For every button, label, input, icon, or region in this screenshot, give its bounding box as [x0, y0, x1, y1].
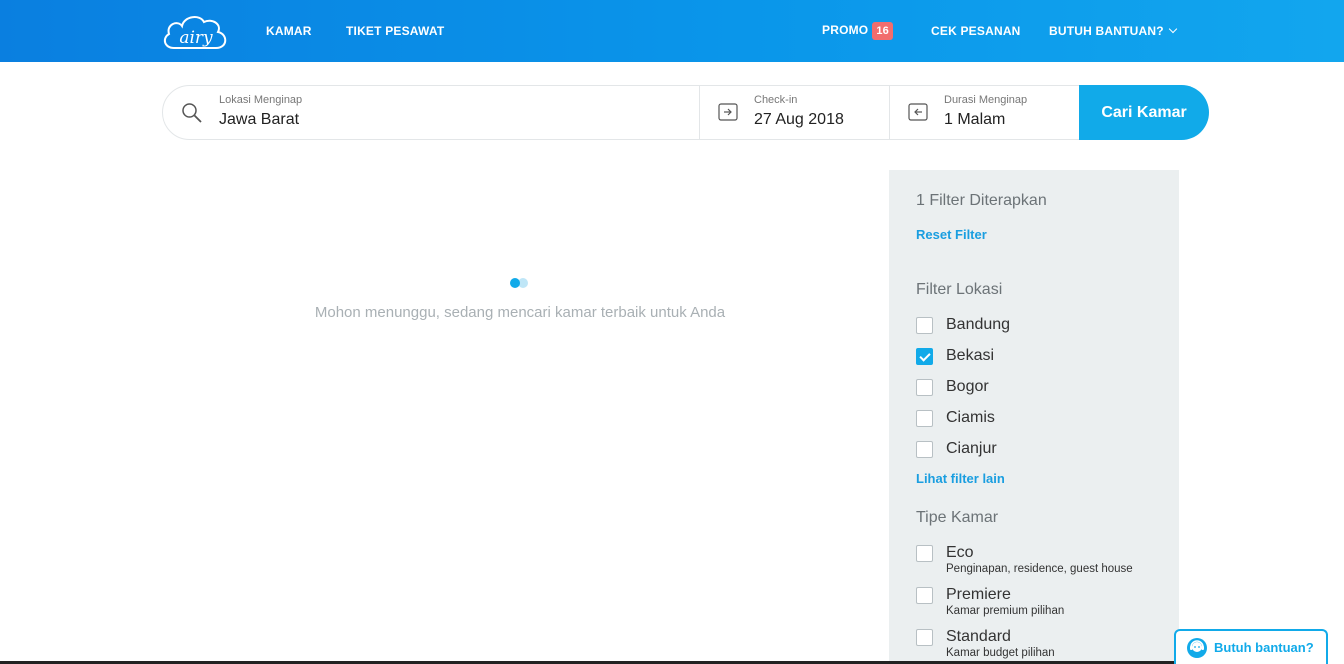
- calendar-duration-icon: [908, 103, 928, 121]
- help-chat-button[interactable]: Butuh bantuan?: [1174, 629, 1328, 664]
- calendar-checkin-icon: [718, 103, 738, 121]
- checkbox-label: Premiere: [946, 586, 1011, 603]
- location-field[interactable]: Lokasi Menginap Jawa Barat: [163, 86, 699, 139]
- location-value: Jawa Barat: [219, 111, 300, 128]
- airy-logo[interactable]: airy: [160, 12, 232, 52]
- search-bar: Lokasi Menginap Jawa Barat Check-in 27 A…: [162, 85, 1209, 140]
- nav-tiket-pesawat[interactable]: TIKET PESAWAT: [346, 24, 444, 38]
- checkbox[interactable]: [916, 441, 933, 458]
- help-menu-label: BUTUH BANTUAN?: [1049, 24, 1164, 38]
- checkbox[interactable]: [916, 545, 933, 562]
- filter-panel: 1 Filter Diterapkan Reset Filter Filter …: [889, 170, 1179, 664]
- checkbox[interactable]: [916, 629, 933, 646]
- checkin-value: 27 Aug 2018: [754, 111, 844, 128]
- duration-value: 1 Malam: [944, 111, 1006, 128]
- reset-filter-link[interactable]: Reset Filter: [916, 227, 987, 242]
- nav-kamar[interactable]: KAMAR: [266, 24, 312, 38]
- help-chat-label: Butuh bantuan?: [1214, 640, 1314, 655]
- checkbox-sublabel: Kamar budget pilihan: [946, 647, 1055, 659]
- search-button[interactable]: Cari Kamar: [1079, 85, 1209, 140]
- checkbox-label: Bandung: [946, 316, 1011, 333]
- airy-logo-text: airy: [179, 28, 213, 48]
- checkbox-sublabel: Kamar premium pilihan: [946, 605, 1065, 617]
- duration-field[interactable]: Durasi Menginap 1 Malam: [890, 86, 1079, 139]
- checkin-label: Check-in: [754, 94, 798, 106]
- checkbox[interactable]: [916, 317, 933, 334]
- checkbox-label: Eco: [946, 544, 974, 561]
- checkbox-label: Ciamis: [946, 409, 995, 426]
- checkbox-label: Bekasi: [946, 347, 995, 364]
- checkbox[interactable]: [916, 379, 933, 396]
- support-agent-icon: [1187, 637, 1207, 658]
- location-label: Lokasi Menginap: [219, 94, 303, 106]
- nav-promo[interactable]: PROMO 16: [822, 22, 893, 40]
- promo-label: PROMO: [822, 23, 869, 38]
- chevron-down-icon: [1168, 24, 1178, 34]
- loading-spinner-icon: [510, 278, 528, 288]
- top-navbar: airy KAMAR TIKET PESAWAT PROMO 16 CEK PES…: [0, 0, 1344, 62]
- nav-help-menu[interactable]: BUTUH BANTUAN?: [1049, 24, 1178, 38]
- search-icon: [182, 103, 202, 123]
- promo-count-badge: 16: [872, 22, 893, 40]
- checkin-field[interactable]: Check-in 27 Aug 2018: [700, 86, 889, 139]
- loading-message: Mohon menunggu, sedang mencari kamar ter…: [314, 304, 726, 321]
- checkbox-label: Cianjur: [946, 440, 997, 457]
- checkbox-sublabel: Penginapan, residence, guest house: [946, 563, 1133, 575]
- checkbox-label: Bogor: [946, 378, 989, 395]
- nav-cek-pesanan[interactable]: CEK PESANAN: [931, 24, 1021, 38]
- room-type-title: Tipe Kamar: [916, 509, 999, 526]
- checkbox-checked[interactable]: [916, 348, 933, 365]
- more-filters-link[interactable]: Lihat filter lain: [916, 471, 1005, 486]
- checkbox-label: Standard: [946, 628, 1011, 645]
- filter-location-title: Filter Lokasi: [916, 281, 1003, 298]
- duration-label: Durasi Menginap: [944, 94, 1028, 106]
- checkbox[interactable]: [916, 587, 933, 604]
- filter-applied-count: 1 Filter Diterapkan: [916, 192, 1047, 209]
- checkbox[interactable]: [916, 410, 933, 427]
